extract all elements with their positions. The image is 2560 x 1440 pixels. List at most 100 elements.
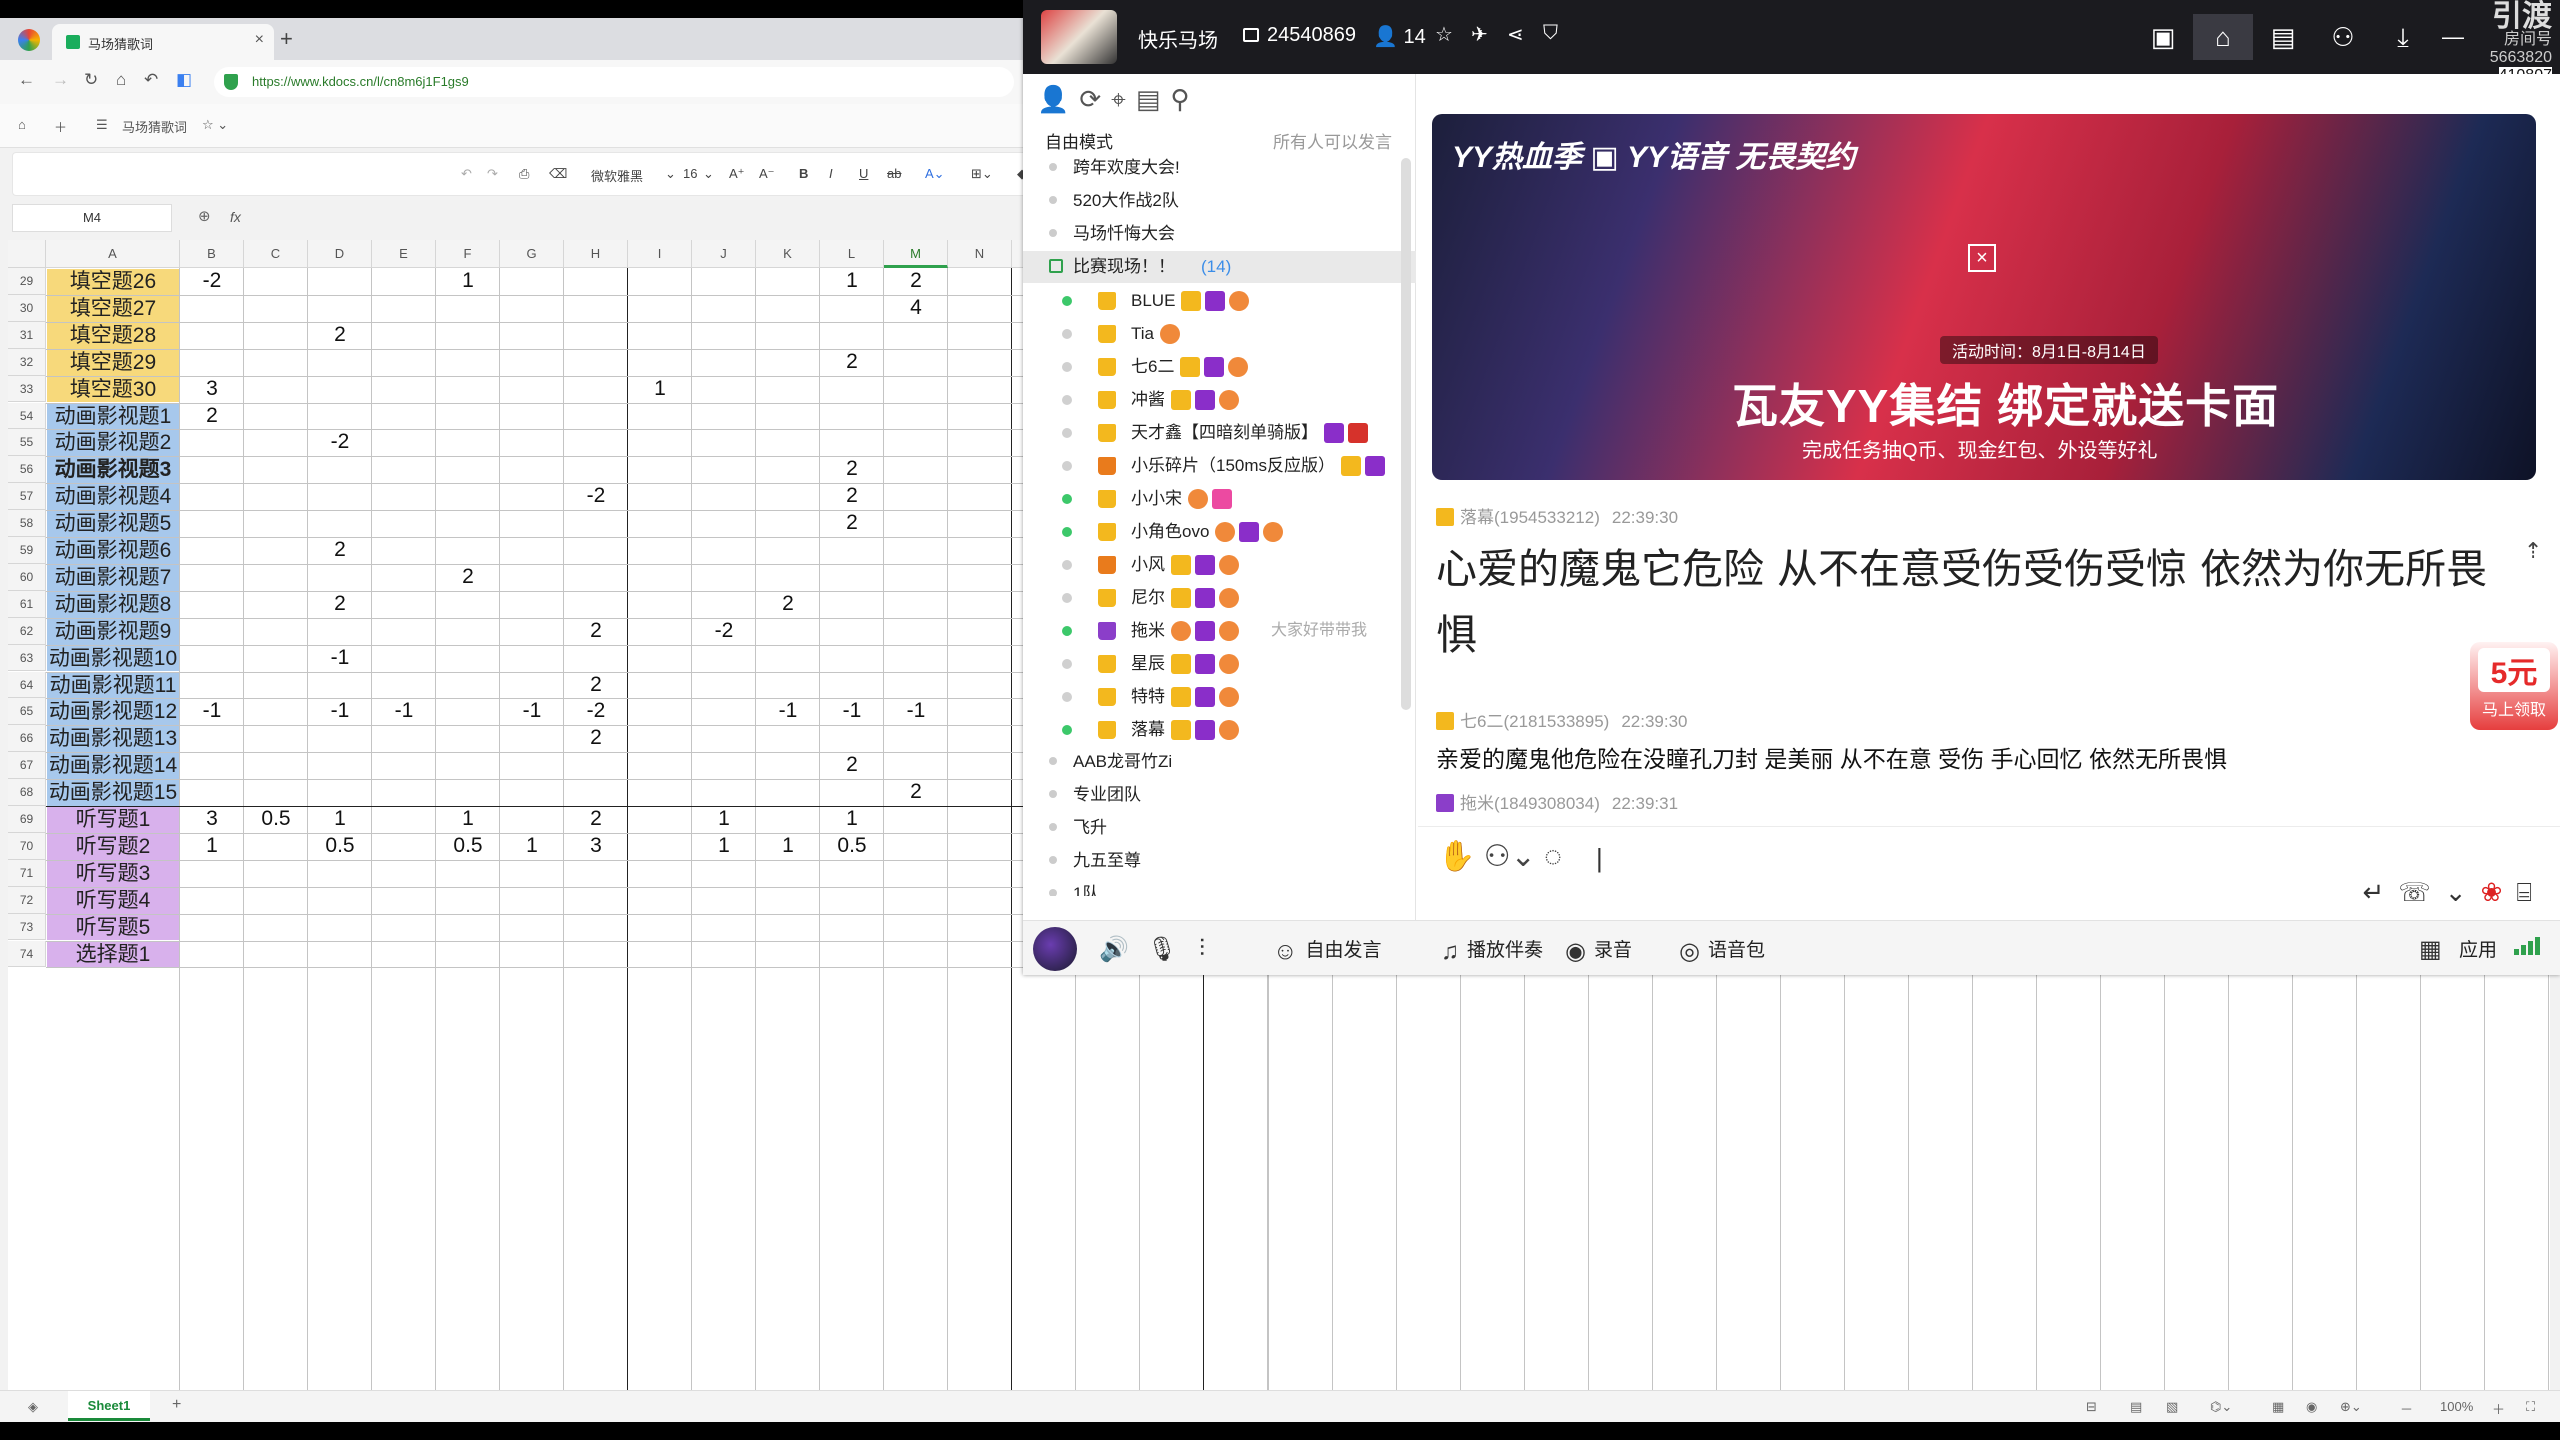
score-cell[interactable]: 2 <box>436 564 500 591</box>
promo-coupon[interactable]: 5元 马上领取 <box>2470 642 2558 730</box>
row-header[interactable]: 56 <box>8 456 46 484</box>
doc-name[interactable]: 马场猜歌词 <box>122 117 187 136</box>
score-cell[interactable]: 1 <box>308 806 372 833</box>
row-header[interactable]: 59 <box>8 537 46 564</box>
row-header[interactable]: 67 <box>8 752 46 780</box>
channel-item[interactable]: 马场忏悔大会 <box>1023 218 1416 250</box>
score-cell[interactable]: 1 <box>756 833 820 860</box>
font-select[interactable]: 微软雅黑 <box>591 166 643 185</box>
star-icon[interactable]: ☆ ⌄ <box>202 117 228 133</box>
notes-icon[interactable]: ▤ <box>1136 84 1171 114</box>
question-label-cell[interactable]: 填空题30 <box>47 376 179 403</box>
score-cell[interactable]: 2 <box>308 537 372 564</box>
font-size-select[interactable]: 16 <box>683 166 697 181</box>
row-header[interactable]: 55 <box>8 429 46 457</box>
score-cell[interactable]: -2 <box>564 483 628 510</box>
score-cell[interactable]: 1 <box>180 833 244 860</box>
score-cell[interactable]: -1 <box>372 698 436 725</box>
list-icon[interactable]: ▤ <box>2253 14 2313 60</box>
chat-bubble-icon[interactable]: ☏⌄ <box>2398 877 2480 907</box>
question-label-cell[interactable]: 动画影视题1 <box>47 403 179 430</box>
row-header[interactable]: 70 <box>8 832 46 860</box>
zoom-out-icon[interactable]: － <box>2400 1399 2413 1418</box>
send-icon[interactable]: ↵ <box>2362 877 2398 907</box>
home-icon[interactable]: ⌂ <box>116 70 126 90</box>
extension-icon[interactable]: ◧ <box>176 70 192 90</box>
fullscreen-icon[interactable]: ⛶ <box>2526 1399 2535 1415</box>
row-header[interactable]: 60 <box>8 563 46 591</box>
info-shield-icon[interactable]: ⛉ <box>1543 22 1558 45</box>
eye-icon[interactable]: ◉ <box>2306 1399 2317 1415</box>
column-header-b[interactable]: B <box>180 240 244 268</box>
sender-name[interactable]: 落幕(1954533212) <box>1460 508 1600 527</box>
channel-item[interactable]: 专业团队 <box>1023 779 1416 811</box>
question-label-cell[interactable]: 填空题26 <box>47 269 179 295</box>
member-item[interactable]: BLUE <box>1023 284 1416 317</box>
add-sheet-button[interactable]: + <box>172 1396 181 1414</box>
cell-name-box[interactable]: M4 <box>12 204 172 232</box>
member-item[interactable]: 小风 <box>1023 548 1416 581</box>
underline-button[interactable]: U <box>859 166 868 181</box>
question-label-cell[interactable]: 动画影视题11 <box>47 672 179 699</box>
question-label-cell[interactable]: 听写题2 <box>47 833 179 860</box>
screenshot-icon[interactable]: ◌ <box>1544 840 1562 873</box>
sender-name[interactable]: 七6二(2181533895) <box>1460 712 1609 731</box>
score-cell[interactable]: -2 <box>564 698 628 725</box>
mixer-icon[interactable]: ⫶ <box>1199 935 1213 963</box>
score-cell[interactable]: 2 <box>308 591 372 618</box>
score-cell[interactable]: 2 <box>884 779 948 806</box>
add-doc-icon[interactable]: ＋ <box>54 117 67 136</box>
status-icon-3[interactable]: ▧ <box>2166 1399 2178 1415</box>
member-item[interactable]: 特特 <box>1023 680 1416 713</box>
question-label-cell[interactable]: 动画影视题10 <box>47 645 179 672</box>
member-item[interactable]: 星辰 <box>1023 647 1416 680</box>
chat-message[interactable]: 拖米(1849308034) 22:39:31 <box>1436 792 2516 816</box>
row-header[interactable]: 65 <box>8 698 46 726</box>
score-cell[interactable]: 3 <box>180 376 244 403</box>
eraser-icon[interactable]: ⌫ <box>549 166 567 182</box>
column-header-d[interactable]: D <box>308 240 372 268</box>
question-label-cell[interactable]: 选择题1 <box>47 941 179 968</box>
row-header[interactable]: 66 <box>8 725 46 753</box>
member-item[interactable]: 小角色ovo <box>1023 515 1416 548</box>
score-cell[interactable]: 0.5 <box>820 833 884 860</box>
question-label-cell[interactable]: 动画影视题7 <box>47 564 179 591</box>
question-label-cell[interactable]: 动画影视题12 <box>47 699 179 726</box>
question-label-cell[interactable]: 填空题28 <box>47 322 179 349</box>
score-cell[interactable]: 2 <box>564 618 628 645</box>
score-cell[interactable]: 4 <box>884 295 948 322</box>
undo-close-icon[interactable]: ↶ <box>144 70 158 90</box>
member-item[interactable]: 冲酱 <box>1023 383 1416 416</box>
close-tab-icon[interactable]: × <box>255 31 264 49</box>
zoom-search-icon[interactable]: ⊕ <box>198 207 211 225</box>
globe-icon[interactable]: ⊕⌄ <box>2340 1399 2362 1415</box>
status-icon-1[interactable]: ⊟ <box>2086 1399 2097 1415</box>
row-header[interactable]: 69 <box>8 806 46 833</box>
score-cell[interactable]: 2 <box>564 725 628 752</box>
format-painter-icon[interactable]: ⎙ <box>519 166 529 182</box>
speaker-icon[interactable]: 🔊 <box>1099 935 1137 964</box>
scroll-top-icon[interactable]: ⇡ <box>2524 538 2542 564</box>
font-select-chevron-icon[interactable]: ⌄ <box>665 166 676 182</box>
plane-icon[interactable]: ✈ <box>1471 22 1488 47</box>
question-label-cell[interactable]: 动画影视题14 <box>47 753 179 780</box>
score-cell[interactable]: -1 <box>756 698 820 725</box>
decrease-font-icon[interactable]: A⁻ <box>759 166 775 182</box>
status-icon-4[interactable]: ⌬⌄ <box>2210 1399 2232 1415</box>
column-header-i[interactable]: I <box>628 240 692 268</box>
question-label-cell[interactable]: 动画影视题4 <box>47 484 179 511</box>
browser-tab[interactable]: 马场猜歌词 × <box>52 24 274 60</box>
question-label-cell[interactable]: 听写题5 <box>47 914 179 941</box>
question-label-cell[interactable]: 动画影视题8 <box>47 591 179 618</box>
channel-item[interactable]: 九五至尊 <box>1023 845 1416 877</box>
score-cell[interactable]: 1 <box>820 268 884 295</box>
score-cell[interactable]: 2 <box>884 268 948 295</box>
score-cell[interactable]: 3 <box>180 806 244 833</box>
question-label-cell[interactable]: 听写题1 <box>47 807 179 833</box>
row-header[interactable]: 71 <box>8 859 46 887</box>
row-header[interactable]: 63 <box>8 644 46 672</box>
question-label-cell[interactable]: 动画影视题9 <box>47 618 179 645</box>
status-icon-5[interactable]: ▦ <box>2272 1399 2284 1415</box>
refresh-icon[interactable]: ⟳ <box>1079 84 1111 114</box>
share-icon[interactable]: ⋖ <box>1507 22 1524 47</box>
